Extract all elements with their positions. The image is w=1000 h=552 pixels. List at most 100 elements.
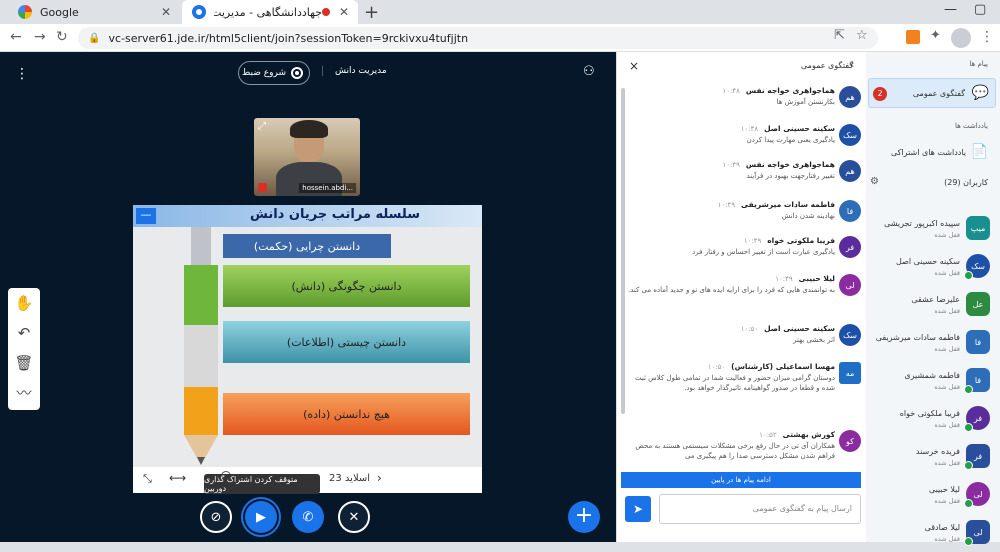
message-time: ۱۰:۵۰ xyxy=(707,363,726,371)
mute-button[interactable]: ✕ xyxy=(338,501,370,533)
tab-meeting[interactable]: جهاددانشگاهی - مدیریت دانش ✕ xyxy=(182,0,358,24)
chat-panel: × گفتگوی عمومی ‹ هم هماجواهری خواجه نفس ۱… xyxy=(616,52,866,542)
hide-chat-icon[interactable]: ‹ xyxy=(850,58,854,71)
chat-message: سک سکینه حسینی اصل ۱۰:۴۸ یادگیری یعنی مهار… xyxy=(627,124,863,146)
message-author: هماجواهری خواجه نفس xyxy=(745,160,835,169)
main-stage: ⋮ شروع ضبط مدیریت دانش ⚇ ⤢ hossein.abdi.… xyxy=(0,52,616,542)
audio-status-icon xyxy=(964,461,973,470)
share-screen-button[interactable]: ⊘ xyxy=(200,501,232,533)
minimize-presentation-button[interactable]: — xyxy=(136,208,156,224)
multi-user-whiteboard-icon[interactable]: 〰 xyxy=(8,378,40,408)
user-item[interactable]: سک سکینه حسینی اصل قفل شده xyxy=(868,252,996,286)
avatar: لی xyxy=(839,274,861,296)
user-status: قفل شده xyxy=(934,497,960,505)
maximize-button[interactable]: ▢ xyxy=(974,2,986,17)
user-name: فریبا ملکوتی خواه xyxy=(899,409,960,418)
message-text: تغییر رفتارجهت بهبود در فرآیند xyxy=(746,172,836,180)
avatar-initials: لی xyxy=(973,489,983,499)
profile-avatar[interactable] xyxy=(951,28,971,48)
more-messages-button[interactable]: ادامه پیام ها در پایین xyxy=(621,472,861,488)
recording-indicator-icon xyxy=(322,8,330,16)
avatar: سک xyxy=(839,324,861,346)
presentation-slide: سلسله مراتب جریان دانش — دانستن چرایی (ح… xyxy=(133,205,482,493)
fit-to-width-icon[interactable]: ⟷ xyxy=(169,471,186,485)
fullscreen-presentation-icon[interactable]: ⤡ xyxy=(143,472,152,486)
avatar-initials: میپ xyxy=(970,223,986,233)
user-item[interactable]: میپ سپیده اکبرپور تجریشی قفل شده xyxy=(868,214,996,248)
browser-toolbar: ← → ↻ 🔒 vc-server61.jde.ir/html5client/j… xyxy=(0,24,1000,52)
leave-audio-button[interactable]: ✆ xyxy=(292,501,324,533)
user-item[interactable]: فر فریده خرسند قفل شده xyxy=(868,442,996,476)
bookmark-star-icon[interactable]: ☆ xyxy=(856,28,868,43)
slide-page-selector[interactable]: اسلاید 23 xyxy=(329,473,370,484)
message-author: هماجواهری خواجه نفس xyxy=(745,86,835,95)
bigbluebutton-favicon-icon xyxy=(192,5,206,19)
chat-options-icon[interactable]: × xyxy=(629,59,639,73)
users-count-title: کاربران (29) xyxy=(944,178,988,187)
user-item[interactable]: فا فاطمه شمشیری قفل شده xyxy=(868,366,996,400)
webcam-video[interactable]: ⤢ hossein.abdi... xyxy=(254,118,360,196)
chat-message: کو کورش بهشتی ۱۰:۵۲ همکاران آی تی در حال ر… xyxy=(627,430,863,461)
chat-input[interactable]: ارسال پیام به گفتگوی عمومی xyxy=(659,494,861,524)
share-icon[interactable]: ⇱ xyxy=(834,28,845,43)
user-item[interactable]: فر فریبا ملکوتی خواه قفل شده xyxy=(868,404,996,438)
avatar: فا xyxy=(839,200,861,222)
start-recording-button[interactable]: شروع ضبط xyxy=(238,61,310,85)
user-item[interactable]: عل علیرضا عشقی قفل شده xyxy=(868,290,996,324)
extensions-puzzle-icon[interactable]: ✦ xyxy=(930,28,944,43)
next-slide-button[interactable]: › xyxy=(377,471,382,485)
back-button[interactable]: ← xyxy=(10,29,22,45)
close-tab-icon[interactable]: ✕ xyxy=(158,5,174,19)
user-list-panel: پیام ها 2 گفتگوی عمومی 💬 یادداشت ها یادد… xyxy=(866,52,1000,546)
gear-icon[interactable]: ⚙ xyxy=(870,176,879,187)
public-chat-item[interactable]: 2 گفتگوی عمومی 💬 xyxy=(868,78,996,108)
toggle-user-list-icon[interactable]: ⚇ xyxy=(583,64,595,79)
user-name: لیلا صادقی xyxy=(924,523,960,532)
message-text: یادگیری عبارت است از تغییر احساس و رفتار… xyxy=(692,248,835,256)
record-label: شروع ضبط xyxy=(242,68,286,78)
messages-section-title: پیام ها xyxy=(969,60,988,68)
hand-tool-icon[interactable]: ✋ xyxy=(8,288,40,318)
send-message-button[interactable]: ➤ xyxy=(625,496,651,522)
options-menu-icon[interactable]: ⋮ xyxy=(15,66,29,82)
browser-menu-icon[interactable]: ⋮ xyxy=(980,29,994,45)
message-author: سکینه حسینی اصل xyxy=(764,124,835,133)
user-status: قفل شده xyxy=(934,307,960,315)
browser-window: Google ✕ جهاددانشگاهی - مدیریت دانش ✕ + … xyxy=(0,0,1000,546)
public-chat-label: گفتگوی عمومی xyxy=(912,89,965,98)
reload-button[interactable]: ↻ xyxy=(56,29,68,45)
message-time: ۱۰:۴۹ xyxy=(722,161,740,169)
avatar: هم xyxy=(839,86,861,108)
close-tab-icon[interactable]: ✕ xyxy=(336,5,352,19)
avatar: عل xyxy=(966,292,990,316)
avatar: فر xyxy=(839,236,861,258)
user-name: فاطمه شمشیری xyxy=(904,371,960,380)
user-name: فاطمه سادات میرشریفی xyxy=(875,333,960,342)
delete-annotations-icon[interactable]: 🗑 xyxy=(8,348,40,378)
message-text: اثر بخشی بهتر xyxy=(793,336,835,344)
shared-notes-item[interactable]: یادداشت های اشتراکی 📄 xyxy=(868,140,996,166)
avatar-initials: فا xyxy=(974,337,982,347)
extension-icon[interactable] xyxy=(906,30,920,44)
audio-status-icon xyxy=(964,499,973,508)
user-item[interactable]: لی لیلا حبیبی قفل شده xyxy=(868,480,996,514)
tab-google[interactable]: Google ✕ xyxy=(8,0,180,24)
undo-icon[interactable]: ↶ xyxy=(8,318,40,348)
slide-bar-wisdom: دانستن چرایی (حکمت) xyxy=(223,234,391,258)
user-status: قفل شده xyxy=(934,269,960,277)
share-camera-button[interactable]: ▶ xyxy=(245,501,277,533)
user-item[interactable]: فا فاطمه سادات میرشریفی قفل شده xyxy=(868,328,996,362)
new-tab-button[interactable]: + xyxy=(364,2,379,23)
user-status: قفل شده xyxy=(934,231,960,239)
address-bar[interactable]: 🔒 vc-server61.jde.ir/html5client/join?se… xyxy=(78,27,878,49)
slide-title-bar: سلسله مراتب جریان دانش — xyxy=(133,205,482,227)
actions-plus-button[interactable]: + xyxy=(568,501,600,533)
fullscreen-icon[interactable]: ⤢ xyxy=(258,121,266,132)
slide-bar-information: دانستن چیستی (اطلاعات) xyxy=(223,321,470,363)
user-item[interactable]: لی لیلا صادقی قفل شده xyxy=(868,518,996,552)
meeting-title: مدیریت دانش xyxy=(322,66,387,76)
minimize-button[interactable]: — xyxy=(944,2,957,17)
user-status: قفل شده xyxy=(934,459,960,467)
avatar: کو xyxy=(839,430,861,452)
forward-button[interactable]: → xyxy=(34,29,46,45)
